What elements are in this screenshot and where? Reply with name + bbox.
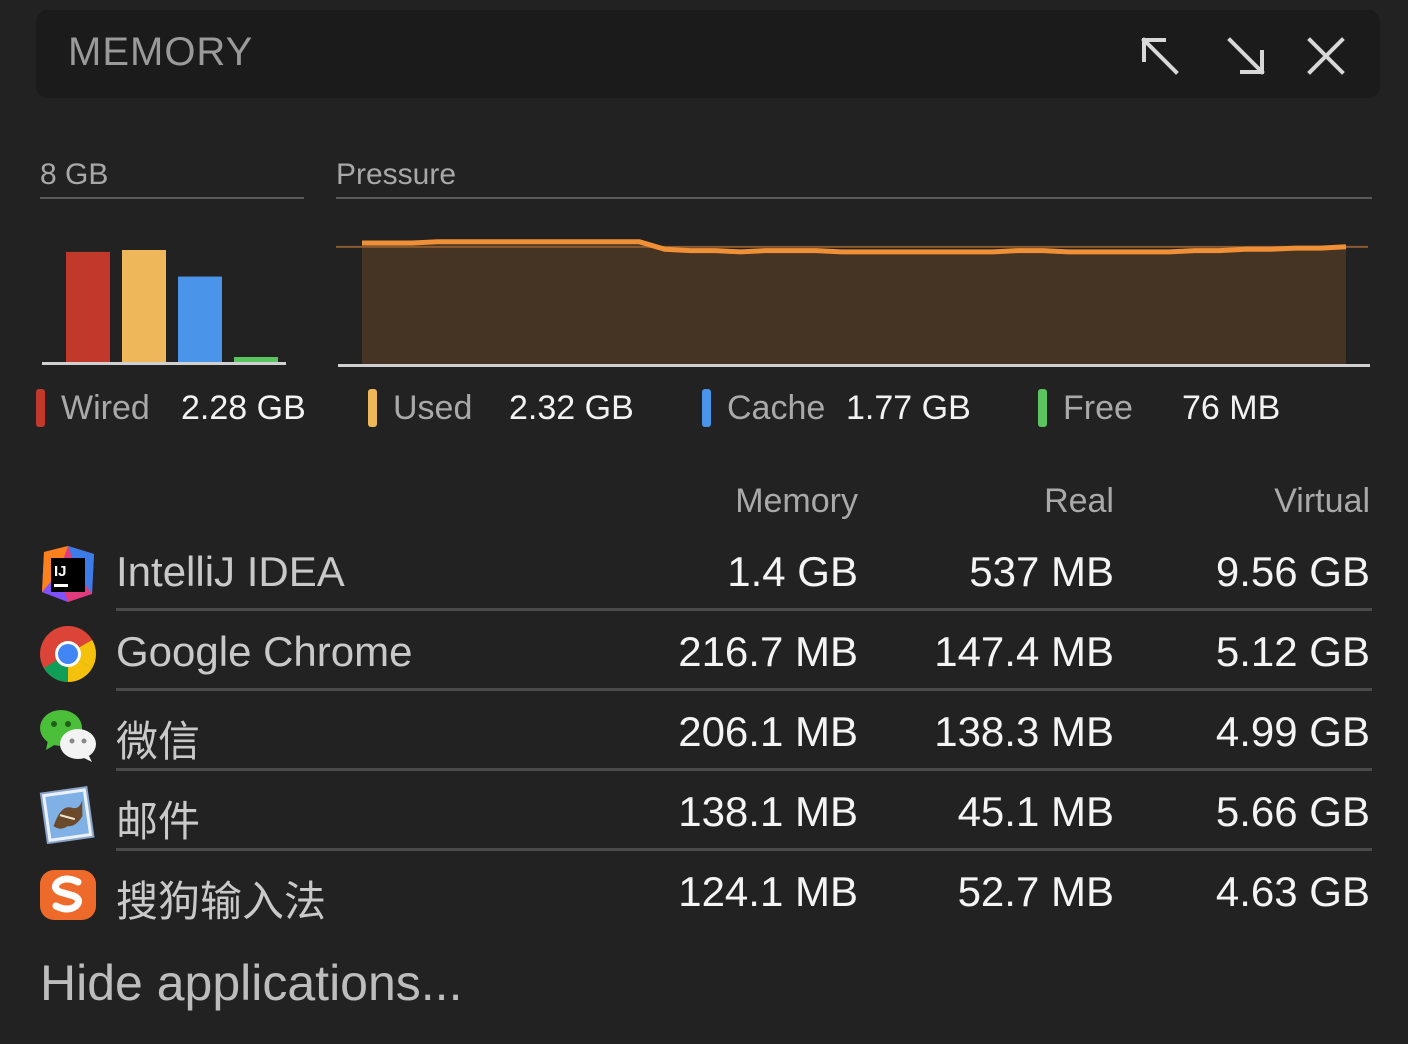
app-real: 138.3 MB [934, 708, 1114, 755]
pressure-label: Pressure [336, 158, 457, 191]
chrome-icon [38, 624, 98, 684]
memory-bar-wired [66, 251, 110, 362]
legend-label-free: Free [1063, 388, 1133, 427]
legend-value-cache: 1.77 GB [846, 389, 971, 427]
app-virtual: 5.66 GB [1215, 788, 1370, 835]
app-name: IntelliJ IDEA [116, 548, 345, 595]
legend-free: Free 76 MB [1038, 386, 1338, 430]
legend-label-used: Used [393, 388, 473, 427]
svg-text:IJ: IJ [54, 563, 67, 580]
row-divider [116, 608, 1372, 611]
memory-bar-cache [178, 276, 222, 362]
app-name: 搜狗输入法 [116, 878, 327, 925]
memory-bar-baseline [42, 362, 286, 365]
legend-used: Used 2.32 GB [368, 386, 668, 430]
row-divider [116, 768, 1372, 771]
legend-value-used: 2.32 GB [509, 389, 634, 427]
app-memory: 1.4 GB [727, 548, 858, 595]
memory-bar-free [234, 357, 278, 362]
total-memory-rule [40, 197, 304, 199]
legend-swatch-free [1038, 389, 1047, 427]
legend-cache: Cache 1.77 GB [702, 386, 1002, 430]
app-name: 邮件 [116, 798, 201, 845]
app-row[interactable]: Google Chrome 216.7 MB 147.4 MB 5.12 GB [0, 616, 1408, 696]
legend-label-wired: Wired [61, 388, 150, 427]
app-real: 45.1 MB [957, 788, 1114, 835]
legend-label-cache: Cache [727, 388, 826, 427]
legend-wired: Wired 2.28 GB [36, 386, 336, 430]
app-row[interactable]: 微信 206.1 MB 138.3 MB 4.99 GB [0, 696, 1408, 776]
app-virtual: 4.99 GB [1215, 708, 1370, 755]
legend-swatch-wired [36, 389, 45, 427]
legend-swatch-used [368, 389, 377, 427]
pressure-baseline [338, 364, 1370, 367]
legend-swatch-cache [702, 389, 711, 427]
app-memory: 206.1 MB [678, 708, 858, 755]
memory-bar-used [122, 250, 166, 362]
intellij-icon: IJ [38, 544, 98, 604]
panel-title: MEMORY [68, 30, 254, 74]
wechat-icon [38, 704, 98, 764]
app-row[interactable]: 邮件 138.1 MB 45.1 MB 5.66 GB [0, 776, 1408, 856]
legend-value-wired: 2.28 GB [181, 389, 306, 427]
app-virtual: 5.12 GB [1215, 628, 1370, 675]
app-memory: 138.1 MB [678, 788, 858, 835]
memory-bar-chart [40, 200, 300, 370]
column-header-real[interactable]: Real [880, 482, 1114, 521]
row-divider [116, 848, 1372, 851]
app-real: 52.7 MB [957, 868, 1114, 915]
hide-applications-link[interactable]: Hide applications... [40, 954, 462, 1012]
column-header-memory[interactable]: Memory [600, 482, 858, 521]
sogou-icon [38, 864, 98, 924]
app-name: Google Chrome [116, 628, 413, 675]
row-divider [116, 688, 1372, 691]
collapse-icon[interactable] [1222, 32, 1270, 80]
column-header-virtual[interactable]: Virtual [1140, 482, 1370, 521]
expand-icon[interactable] [1136, 32, 1184, 80]
app-real: 537 MB [969, 548, 1114, 595]
app-real: 147.4 MB [934, 628, 1114, 675]
app-row[interactable]: IJ IntelliJ IDEA 1.4 GB 537 MB 9.56 GB [0, 536, 1408, 616]
app-row[interactable]: 搜狗输入法 124.1 MB 52.7 MB 4.63 GB [0, 856, 1408, 936]
pressure-rule [336, 197, 1372, 199]
app-memory: 124.1 MB [678, 868, 858, 915]
legend-value-free: 76 MB [1182, 389, 1281, 427]
close-icon[interactable] [1302, 32, 1350, 80]
app-virtual: 9.56 GB [1215, 548, 1370, 595]
pressure-chart [336, 200, 1372, 370]
app-virtual: 4.63 GB [1215, 868, 1370, 915]
app-memory: 216.7 MB [678, 628, 858, 675]
mail-icon [38, 784, 98, 844]
memory-header: MEMORY [36, 10, 1380, 98]
total-memory-label: 8 GB [40, 158, 109, 191]
pressure-area [362, 241, 1346, 364]
app-name: 微信 [116, 718, 201, 765]
